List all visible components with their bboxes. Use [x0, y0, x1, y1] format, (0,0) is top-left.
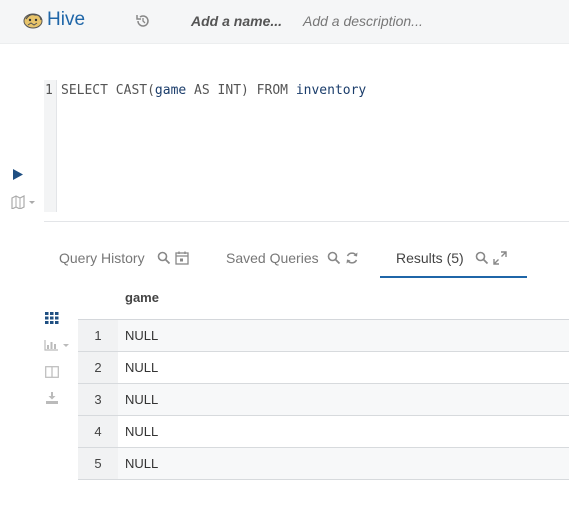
- sql-token: inventory: [295, 83, 367, 98]
- play-icon[interactable]: [12, 168, 24, 181]
- expand-icon[interactable]: [493, 251, 507, 265]
- app-header: Hive Add a name... Add a description...: [0, 0, 569, 44]
- row-index: 5: [78, 448, 118, 479]
- table-cell: NULL: [125, 392, 159, 407]
- hive-logo-icon: [23, 13, 43, 29]
- refresh-icon[interactable]: [345, 251, 359, 265]
- calendar-icon[interactable]: [175, 251, 189, 265]
- table-cell: NULL: [125, 456, 159, 471]
- sql-token: AS INT) FROM: [186, 83, 296, 98]
- row-index: 1: [78, 320, 118, 351]
- map-icon[interactable]: [11, 195, 39, 209]
- active-tab-indicator: [380, 276, 527, 278]
- search-icon[interactable]: [475, 251, 489, 265]
- search-icon[interactable]: [327, 251, 341, 265]
- table-cell: NULL: [125, 360, 159, 375]
- table-cell: NULL: [125, 424, 159, 439]
- query-name-field[interactable]: Add a name...: [191, 13, 282, 29]
- history-icon[interactable]: [135, 13, 151, 29]
- table-row: 1 NULL: [78, 320, 569, 352]
- tab-saved-queries[interactable]: Saved Queries: [226, 250, 319, 266]
- column-header-game[interactable]: game: [125, 290, 159, 305]
- table-row: 2 NULL: [78, 352, 569, 384]
- sql-editor[interactable]: SELECT CAST(game AS INT) FROM inventory: [61, 83, 366, 98]
- table-row: 3 NULL: [78, 384, 569, 416]
- app-title: Hive: [47, 9, 86, 30]
- line-number: 1: [45, 83, 53, 98]
- sql-token: SELECT CAST(: [61, 83, 155, 98]
- row-index: 3: [78, 384, 118, 415]
- download-icon[interactable]: [45, 392, 59, 404]
- tab-results[interactable]: Results (5): [396, 250, 464, 266]
- table-cell: NULL: [125, 328, 159, 343]
- grid-icon[interactable]: [45, 312, 59, 324]
- search-icon[interactable]: [157, 251, 171, 265]
- row-index: 4: [78, 416, 118, 447]
- bar-chart-icon[interactable]: [44, 339, 72, 351]
- editor-divider: [44, 221, 569, 222]
- row-index: 2: [78, 352, 118, 383]
- editor-gutter: [44, 80, 57, 212]
- tab-query-history[interactable]: Query History: [59, 250, 145, 266]
- table-row: 5 NULL: [78, 448, 569, 480]
- sql-token: game: [154, 83, 187, 98]
- table-row: 4 NULL: [78, 416, 569, 448]
- query-description-field[interactable]: Add a description...: [303, 13, 423, 29]
- columns-icon[interactable]: [45, 366, 59, 378]
